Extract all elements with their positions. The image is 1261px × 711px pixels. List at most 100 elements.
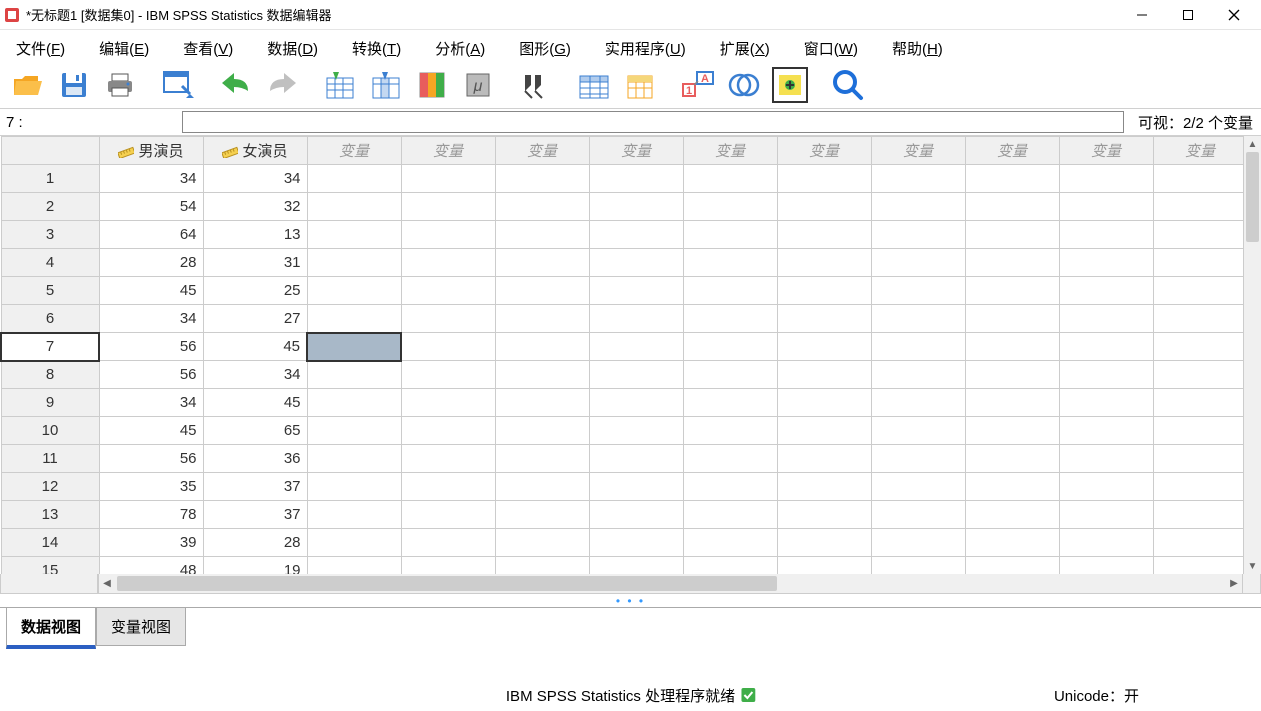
empty-cell[interactable] bbox=[871, 333, 965, 361]
data-cell[interactable]: 48 bbox=[99, 557, 203, 575]
row-header[interactable]: 2 bbox=[1, 193, 99, 221]
empty-cell[interactable] bbox=[401, 305, 495, 333]
empty-cell[interactable] bbox=[965, 333, 1059, 361]
empty-cell[interactable] bbox=[495, 501, 589, 529]
data-cell[interactable]: 64 bbox=[99, 221, 203, 249]
empty-cell[interactable] bbox=[307, 557, 401, 575]
data-cell[interactable]: 28 bbox=[203, 529, 307, 557]
column-header-empty[interactable]: 变量 bbox=[589, 137, 683, 165]
empty-cell[interactable] bbox=[495, 361, 589, 389]
empty-cell[interactable] bbox=[1153, 417, 1243, 445]
column-header-empty[interactable]: 变量 bbox=[871, 137, 965, 165]
empty-cell[interactable] bbox=[965, 221, 1059, 249]
data-cell[interactable]: 25 bbox=[203, 277, 307, 305]
empty-cell[interactable] bbox=[871, 221, 965, 249]
empty-cell[interactable] bbox=[401, 221, 495, 249]
minimize-button[interactable] bbox=[1119, 1, 1165, 29]
empty-cell[interactable] bbox=[589, 417, 683, 445]
empty-cell[interactable] bbox=[965, 193, 1059, 221]
empty-cell[interactable] bbox=[589, 165, 683, 193]
empty-cell[interactable] bbox=[965, 445, 1059, 473]
empty-cell[interactable] bbox=[1059, 193, 1153, 221]
empty-cell[interactable] bbox=[965, 389, 1059, 417]
data-cell[interactable]: 34 bbox=[203, 361, 307, 389]
menu-edit[interactable]: 编辑(E) bbox=[91, 32, 157, 65]
data-cell[interactable]: 45 bbox=[99, 277, 203, 305]
variables-button[interactable] bbox=[414, 67, 450, 103]
recall-dialog-button[interactable] bbox=[160, 67, 196, 103]
empty-cell[interactable] bbox=[777, 473, 871, 501]
empty-cell[interactable] bbox=[589, 473, 683, 501]
column-header-empty[interactable]: 变量 bbox=[307, 137, 401, 165]
data-cell[interactable]: 45 bbox=[203, 389, 307, 417]
empty-cell[interactable] bbox=[401, 557, 495, 575]
run-descriptives-button[interactable]: μ bbox=[460, 67, 496, 103]
empty-cell[interactable] bbox=[589, 501, 683, 529]
data-cell[interactable]: 45 bbox=[99, 417, 203, 445]
empty-cell[interactable] bbox=[307, 165, 401, 193]
scroll-left-icon[interactable]: ◀ bbox=[99, 574, 115, 593]
empty-cell[interactable] bbox=[777, 389, 871, 417]
empty-cell[interactable] bbox=[1059, 277, 1153, 305]
empty-cell[interactable] bbox=[307, 417, 401, 445]
scroll-up-icon[interactable]: ▲ bbox=[1244, 136, 1261, 152]
menu-data[interactable]: 数据(D) bbox=[259, 32, 326, 65]
empty-cell[interactable] bbox=[589, 277, 683, 305]
empty-cell[interactable] bbox=[1059, 361, 1153, 389]
goto-case-button[interactable] bbox=[322, 67, 358, 103]
empty-cell[interactable] bbox=[777, 305, 871, 333]
empty-cell[interactable] bbox=[683, 249, 777, 277]
data-cell[interactable]: 34 bbox=[99, 305, 203, 333]
empty-cell[interactable] bbox=[307, 529, 401, 557]
menu-view[interactable]: 查看(V) bbox=[175, 32, 241, 65]
data-cell[interactable]: 56 bbox=[99, 445, 203, 473]
empty-cell[interactable] bbox=[871, 501, 965, 529]
row-header[interactable]: 15 bbox=[1, 557, 99, 575]
empty-cell[interactable] bbox=[777, 193, 871, 221]
empty-cell[interactable] bbox=[965, 165, 1059, 193]
empty-cell[interactable] bbox=[1153, 501, 1243, 529]
empty-cell[interactable] bbox=[777, 221, 871, 249]
menu-help[interactable]: 帮助(H) bbox=[884, 32, 951, 65]
empty-cell[interactable] bbox=[1059, 389, 1153, 417]
pane-splitter[interactable]: • • • bbox=[0, 594, 1261, 608]
empty-cell[interactable] bbox=[1153, 361, 1243, 389]
empty-cell[interactable] bbox=[1153, 445, 1243, 473]
empty-cell[interactable] bbox=[777, 277, 871, 305]
tab-variable-view[interactable]: 变量视图 bbox=[96, 608, 186, 646]
empty-cell[interactable] bbox=[871, 529, 965, 557]
row-header[interactable]: 4 bbox=[1, 249, 99, 277]
row-header[interactable]: 9 bbox=[1, 389, 99, 417]
menu-window[interactable]: 窗口(W) bbox=[796, 32, 866, 65]
empty-cell[interactable] bbox=[871, 445, 965, 473]
empty-cell[interactable] bbox=[1059, 165, 1153, 193]
data-cell[interactable]: 56 bbox=[99, 361, 203, 389]
row-header[interactable]: 10 bbox=[1, 417, 99, 445]
empty-cell[interactable] bbox=[495, 473, 589, 501]
empty-cell[interactable] bbox=[1059, 501, 1153, 529]
empty-cell[interactable] bbox=[871, 361, 965, 389]
empty-cell[interactable] bbox=[871, 249, 965, 277]
empty-cell[interactable] bbox=[965, 417, 1059, 445]
empty-cell[interactable] bbox=[401, 417, 495, 445]
empty-cell[interactable] bbox=[871, 165, 965, 193]
empty-cell[interactable] bbox=[589, 361, 683, 389]
vertical-scrollbar[interactable]: ▲ ▼ bbox=[1243, 136, 1261, 574]
empty-cell[interactable] bbox=[683, 361, 777, 389]
empty-cell[interactable] bbox=[1059, 305, 1153, 333]
data-cell[interactable]: 19 bbox=[203, 557, 307, 575]
data-cell[interactable]: 31 bbox=[203, 249, 307, 277]
row-header[interactable]: 14 bbox=[1, 529, 99, 557]
data-cell[interactable]: 27 bbox=[203, 305, 307, 333]
empty-cell[interactable] bbox=[1153, 473, 1243, 501]
data-cell[interactable]: 13 bbox=[203, 221, 307, 249]
empty-cell[interactable] bbox=[495, 277, 589, 305]
empty-cell[interactable] bbox=[1059, 417, 1153, 445]
empty-cell[interactable] bbox=[871, 473, 965, 501]
empty-cell[interactable] bbox=[683, 529, 777, 557]
empty-cell[interactable] bbox=[871, 305, 965, 333]
empty-cell[interactable] bbox=[777, 165, 871, 193]
row-header[interactable]: 7 bbox=[1, 333, 99, 361]
empty-cell[interactable] bbox=[1153, 333, 1243, 361]
empty-cell[interactable] bbox=[683, 389, 777, 417]
